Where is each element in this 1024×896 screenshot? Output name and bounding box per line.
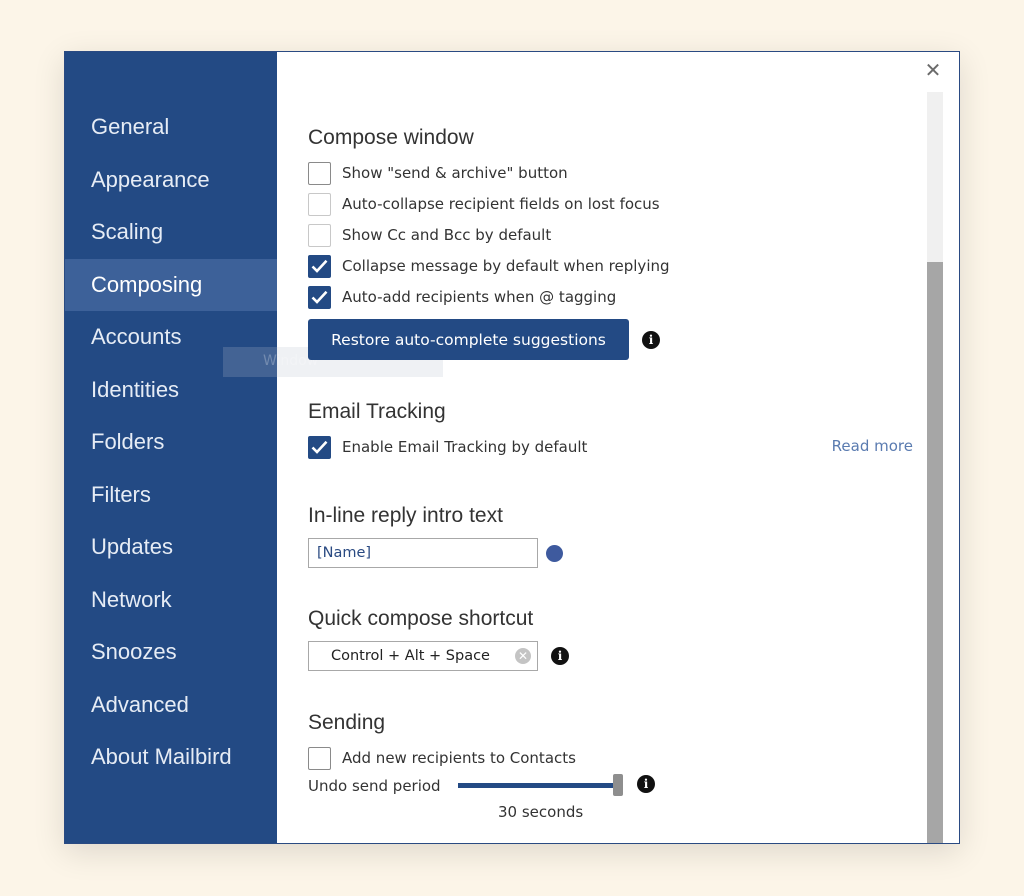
auto-add-recipients-checkbox[interactable] bbox=[308, 285, 331, 309]
sidebar-item-snoozes[interactable]: Snoozes bbox=[65, 626, 277, 679]
read-more-link[interactable]: Read more bbox=[832, 437, 913, 455]
settings-sidebar: General Appearance Scaling Composing Acc… bbox=[65, 52, 277, 843]
clear-icon[interactable]: ✕ bbox=[515, 648, 531, 664]
option-row: Collapse message by default when replyin… bbox=[308, 253, 670, 279]
email-tracking-checkbox[interactable] bbox=[308, 435, 331, 459]
info-icon[interactable]: i bbox=[551, 647, 569, 665]
settings-content: ✕ Compose window Show "send & archive" b… bbox=[277, 52, 943, 843]
option-label: Show "send & archive" button bbox=[342, 164, 568, 182]
close-icon[interactable]: ✕ bbox=[921, 58, 945, 82]
option-row: Auto-add recipients when @ tagging bbox=[308, 284, 616, 310]
sidebar-item-about[interactable]: About Mailbird bbox=[65, 731, 277, 784]
sidebar-item-scaling[interactable]: Scaling bbox=[65, 206, 277, 259]
option-label: Auto-add recipients when @ tagging bbox=[342, 288, 617, 306]
sidebar-item-updates[interactable]: Updates bbox=[65, 521, 277, 574]
option-row: Show "send & archive" button bbox=[308, 160, 568, 186]
section-title-shortcut: Quick compose shortcut bbox=[308, 607, 534, 630]
shortcut-value: Control + Alt + Space bbox=[331, 648, 490, 664]
checkmark-icon bbox=[311, 290, 328, 304]
sidebar-item-general[interactable]: General bbox=[65, 101, 277, 154]
send-archive-checkbox[interactable] bbox=[308, 161, 331, 185]
info-icon[interactable]: i bbox=[637, 775, 655, 793]
status-dot-icon[interactable] bbox=[546, 545, 563, 562]
shortcut-field[interactable]: Control + Alt + Space ✕ bbox=[308, 641, 538, 671]
scrollbar-thumb[interactable] bbox=[927, 262, 943, 843]
auto-collapse-checkbox[interactable] bbox=[308, 192, 331, 216]
settings-nav: General Appearance Scaling Composing Acc… bbox=[65, 101, 277, 784]
undo-send-slider-handle[interactable] bbox=[613, 774, 623, 796]
option-row: Auto-collapse recipient fields on lost f… bbox=[308, 191, 660, 217]
sidebar-item-composing[interactable]: Composing bbox=[65, 258, 277, 311]
section-title-compose: Compose window bbox=[308, 126, 474, 149]
sidebar-item-appearance[interactable]: Appearance bbox=[65, 154, 277, 207]
option-label: Show Cc and Bcc by default bbox=[342, 226, 552, 244]
add-recipients-contacts-checkbox[interactable] bbox=[308, 746, 331, 770]
option-label: Enable Email Tracking by default bbox=[342, 438, 588, 456]
option-row: Add new recipients to Contacts bbox=[308, 745, 576, 771]
sidebar-item-network[interactable]: Network bbox=[65, 574, 277, 627]
option-label: Auto-collapse recipient fields on lost f… bbox=[342, 195, 660, 213]
option-label: Collapse message by default when replyin… bbox=[342, 257, 670, 275]
option-row: Enable Email Tracking by default bbox=[308, 434, 587, 460]
section-title-tracking: Email Tracking bbox=[308, 400, 446, 423]
checkmark-icon bbox=[311, 440, 328, 454]
section-title-reply-intro: In-line reply intro text bbox=[308, 504, 503, 527]
undo-send-value: 30 seconds bbox=[498, 803, 584, 821]
section-title-sending: Sending bbox=[308, 711, 386, 734]
option-label: Add new recipients to Contacts bbox=[342, 749, 576, 767]
scrollbar[interactable] bbox=[927, 92, 943, 843]
restore-suggestions-button[interactable]: Restore auto-complete suggestions bbox=[308, 319, 629, 360]
checkmark-icon bbox=[311, 259, 328, 273]
settings-window: General Appearance Scaling Composing Acc… bbox=[64, 51, 960, 844]
undo-send-label: Undo send period bbox=[308, 777, 441, 795]
undo-send-slider-track[interactable] bbox=[458, 783, 618, 788]
show-cc-bcc-checkbox[interactable] bbox=[308, 223, 331, 247]
sidebar-item-advanced[interactable]: Advanced bbox=[65, 679, 277, 732]
sidebar-item-folders[interactable]: Folders bbox=[65, 416, 277, 469]
collapse-message-checkbox[interactable] bbox=[308, 254, 331, 278]
sidebar-item-filters[interactable]: Filters bbox=[65, 469, 277, 522]
option-row: Show Cc and Bcc by default bbox=[308, 222, 551, 248]
reply-intro-input[interactable] bbox=[308, 538, 538, 568]
info-icon[interactable]: i bbox=[642, 331, 660, 349]
